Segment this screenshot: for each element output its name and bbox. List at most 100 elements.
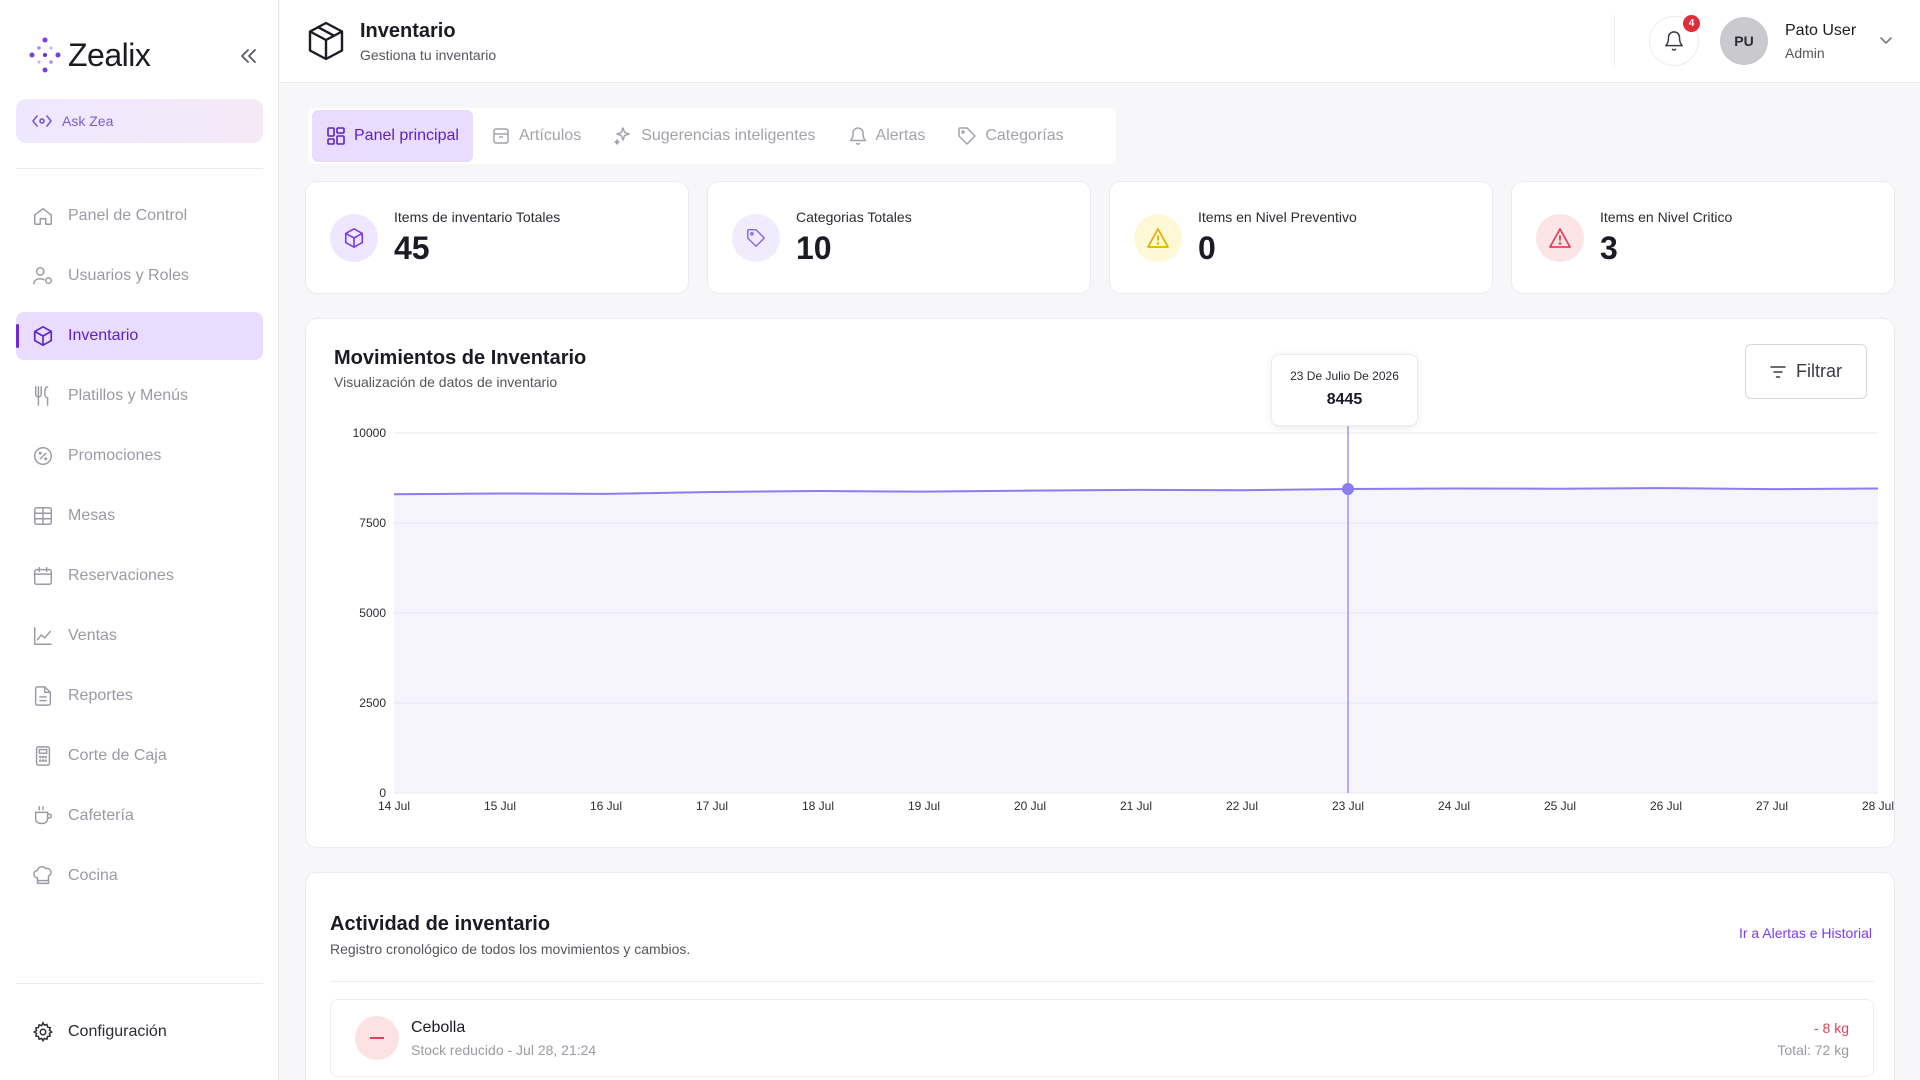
alert-triangle-icon [1549,228,1571,248]
stat-label: Categorias Totales [796,209,912,225]
y-axis-labels: 0 2500 5000 7500 10000 [353,426,387,800]
sidebar-item-promociones[interactable]: Promociones [16,432,263,480]
x-tick-label: 20 Jul [1014,799,1046,813]
sidebar-divider [16,168,263,169]
dashboard-grid-icon [327,127,345,145]
inventory-area-chart[interactable]: 14 Jul 15 Jul 16 Jul 17 Jul 18 Jul 19 Jul 20 J… [306,319,1896,849]
list-item[interactable]: Cebolla Stock reducido - Jul 28, 21:24 -… [330,999,1874,1077]
box-icon [344,228,364,248]
x-tick-label: 24 Jul [1438,799,1470,813]
x-tick-label: 18 Jul [802,799,834,813]
header-divider [1614,15,1615,67]
activity-item-desc: Stock reducido - Jul 28, 21:24 [411,1042,597,1058]
sidebar-item-label: Promociones [68,447,162,464]
stat-card-total-categories: Categorias Totales 10 [707,181,1091,294]
coffee-icon [34,806,52,825]
stat-label: Items de inventario Totales [394,209,561,225]
ai-code-icon [32,115,52,127]
sidebar-item-reservaciones[interactable]: Reservaciones [16,552,263,600]
sidebar-item-label: Configuración [68,1023,167,1040]
tab-label: Sugerencias inteligentes [641,127,816,144]
x-tick-label: 15 Jul [484,799,516,813]
minus-icon [355,1016,399,1060]
sidebar-item-mesas[interactable]: Mesas [16,492,263,540]
tooltip-value: 8445 [1326,391,1363,408]
tab-articulos[interactable]: Artículos [477,110,595,162]
x-axis-labels: 14 Jul 15 Jul 16 Jul 17 Jul 18 Jul 19 Jul 20 J… [378,799,1894,813]
sidebar-item-label: Reservaciones [68,567,174,584]
sidebar-item-cafeteria[interactable]: Cafetería [16,792,263,840]
user-role: Admin [1785,45,1825,61]
page-header: Inventario Gestiona tu inventario 4 PU P… [280,0,1920,83]
sidebar-nav: Panel de Control Usuarios y Roles Invent… [16,192,263,912]
sidebar: Zealix Ask Zea Panel de Control Usuarios… [0,0,279,1080]
sidebar-item-inventario[interactable]: Inventario [16,312,263,360]
tab-categorias[interactable]: Categorías [943,110,1077,162]
y-tick-label: 2500 [359,696,386,710]
activity-title: Actividad de inventario [330,913,551,935]
sidebar-item-label: Reportes [68,687,133,704]
sidebar-item-label: Usuarios y Roles [68,267,189,284]
box-icon [33,326,53,346]
x-tick-label: 28 Jul [1862,799,1894,813]
chevron-down-icon[interactable] [1876,30,1896,50]
sparkles-icon [614,127,630,145]
activity-subtitle: Registro cronológico de todos los movimi… [330,941,691,957]
user-name[interactable]: Pato User [1785,22,1856,40]
x-tick-label: 14 Jul [378,799,410,813]
x-tick-label: 22 Jul [1226,799,1258,813]
tag-icon [746,228,766,248]
inventory-tabs: Panel principal Artículos Sugerencias in… [308,108,1116,164]
sidebar-divider [16,983,263,984]
stat-icon-wrap [732,214,780,262]
avatar[interactable]: PU [1720,17,1768,65]
users-icon [33,267,52,285]
chef-hat-icon [33,866,52,885]
gear-icon [32,1021,53,1043]
tab-alertas[interactable]: Alertas [834,110,940,162]
inventory-movements-chart-card: Movimientos de Inventario Visualización … [305,318,1895,848]
x-tick-label: 21 Jul [1120,799,1152,813]
sidebar-item-corte-de-caja[interactable]: Corte de Caja [16,732,263,780]
tab-sugerencias-inteligentes[interactable]: Sugerencias inteligentes [599,110,829,162]
zealix-logo-icon [29,37,61,73]
warning-triangle-icon [1147,228,1169,248]
x-tick-label: 23 Jul [1332,799,1364,813]
file-text-icon [34,686,52,706]
sidebar-item-cocina[interactable]: Cocina [16,852,263,900]
tab-panel-principal[interactable]: Panel principal [312,110,473,162]
x-tick-label: 27 Jul [1756,799,1788,813]
notifications-button[interactable]: 4 [1649,15,1700,66]
brand-name: Zealix [68,36,151,73]
sidebar-item-label: Ventas [68,627,117,644]
utensils-icon [34,386,49,406]
sidebar-item-configuracion[interactable]: Configuración [16,1008,263,1056]
collapse-sidebar-icon[interactable] [236,44,260,68]
sidebar-item-label: Mesas [68,507,116,524]
sidebar-item-panel-de-control[interactable]: Panel de Control [16,192,263,240]
y-tick-label: 7500 [359,516,386,530]
tab-label: Alertas [875,127,926,144]
sidebar-item-usuarios-y-roles[interactable]: Usuarios y Roles [16,252,263,300]
x-tick-label: 26 Jul [1650,799,1682,813]
ask-zea-button[interactable]: Ask Zea [16,99,263,143]
x-tick-label: 25 Jul [1544,799,1576,813]
stat-icon-wrap [1536,214,1584,262]
x-tick-label: 19 Jul [908,799,940,813]
calculator-icon [35,746,51,766]
page-subtitle: Gestiona tu inventario [360,47,497,63]
chart-series [393,425,1879,793]
brand-logo[interactable]: Zealix [28,36,151,74]
calendar-icon [34,567,52,585]
alerts-history-link[interactable]: Ir a Alertas e Historial [1739,925,1872,941]
activity-divider [330,981,1874,982]
archive-icon [493,128,509,144]
sidebar-item-reportes[interactable]: Reportes [16,672,263,720]
page-title: Inventario [360,20,456,42]
tooltip-date: 23 De Julio De 2026 [1290,369,1399,383]
sidebar-item-ventas[interactable]: Ventas [16,612,263,660]
stat-icon-wrap [1134,214,1182,262]
stat-card-total-items: Items de inventario Totales 45 [305,181,689,294]
sidebar-item-platillos-y-menus[interactable]: Platillos y Menús [16,372,263,420]
y-tick-label: 10000 [353,426,387,440]
